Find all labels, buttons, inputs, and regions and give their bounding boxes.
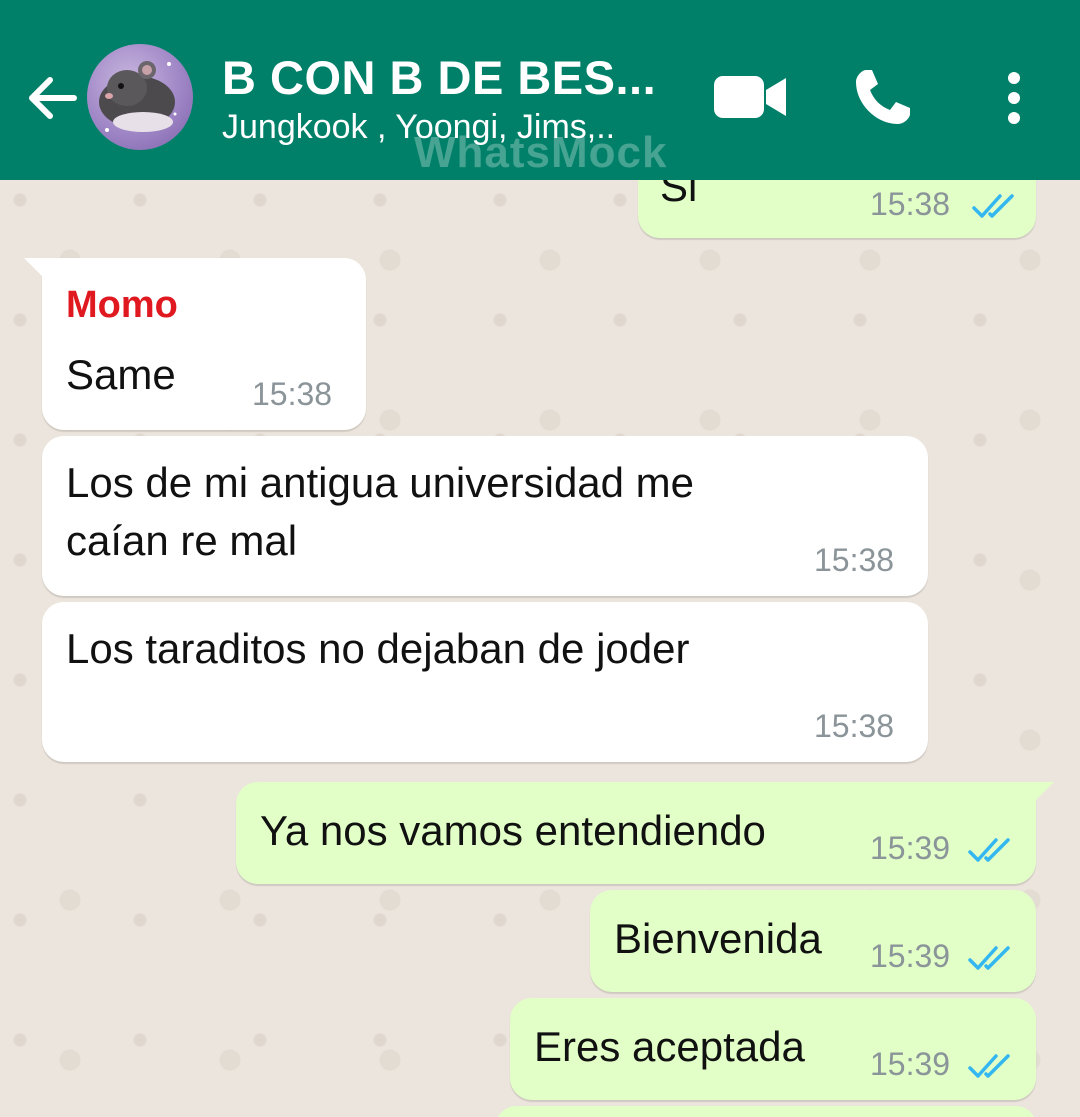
bubble-tail <box>1032 782 1054 804</box>
read-receipt-icon <box>972 194 1014 218</box>
bubble-tail <box>24 258 46 280</box>
message-text: Los taraditos no dejaban de joder <box>66 625 690 672</box>
read-receipt-icon <box>968 946 1010 970</box>
message-bubble-incoming[interactable]: Momo Same 15:38 <box>24 258 366 430</box>
message-bubble-outgoing-partial[interactable] <box>496 1106 1036 1117</box>
message-text: Eres aceptada <box>534 1023 805 1070</box>
message-text: Bienvenida <box>614 915 822 962</box>
hamster-avatar-icon <box>99 61 177 132</box>
message-bubble-outgoing[interactable]: Eres aceptada 15:39 <box>510 998 1036 1100</box>
more-options-icon[interactable] <box>1000 70 1028 126</box>
message-bubble-outgoing[interactable]: Bienvenida 15:39 <box>590 890 1036 992</box>
chat-area[interactable]: Si 15:38 Momo Same 15:38 Los de mi antig… <box>0 180 1080 1117</box>
video-call-icon[interactable] <box>712 72 788 122</box>
group-avatar[interactable] <box>87 44 193 150</box>
message-bubble-incoming[interactable]: Los de mi antigua universidad me caían r… <box>42 436 928 596</box>
read-receipt-icon <box>968 1054 1010 1078</box>
message-text: Los de mi antigua universidad me <box>66 459 695 506</box>
message-text: Si <box>660 180 698 210</box>
message-bubble-outgoing[interactable]: Ya nos vamos entendiendo 15:39 <box>236 782 1054 884</box>
sender-name[interactable]: Momo <box>66 284 178 327</box>
message-time: 15:38 <box>252 376 333 412</box>
message-time: 15:39 <box>870 938 951 974</box>
message-time: 15:38 <box>814 542 895 578</box>
chat-title[interactable]: B CON B DE BES... <box>222 50 656 105</box>
read-receipt-icon <box>968 838 1010 862</box>
message-text-line2: caían re mal <box>66 517 298 564</box>
message-text: Ya nos vamos entendiendo <box>260 807 766 854</box>
message-text: Same <box>66 351 176 398</box>
message-bubble-outgoing[interactable]: Si 15:38 <box>638 180 1036 238</box>
message-bubble-incoming[interactable]: Los taraditos no dejaban de joder 15:38 <box>42 602 928 762</box>
phone-call-icon[interactable] <box>850 66 914 130</box>
watermark: WhatsMock <box>414 128 668 177</box>
message-time: 15:39 <box>870 1046 951 1082</box>
back-arrow-icon[interactable] <box>24 70 80 126</box>
message-time: 15:38 <box>814 708 895 744</box>
message-time: 15:38 <box>870 186 951 222</box>
message-time: 15:39 <box>870 830 951 866</box>
